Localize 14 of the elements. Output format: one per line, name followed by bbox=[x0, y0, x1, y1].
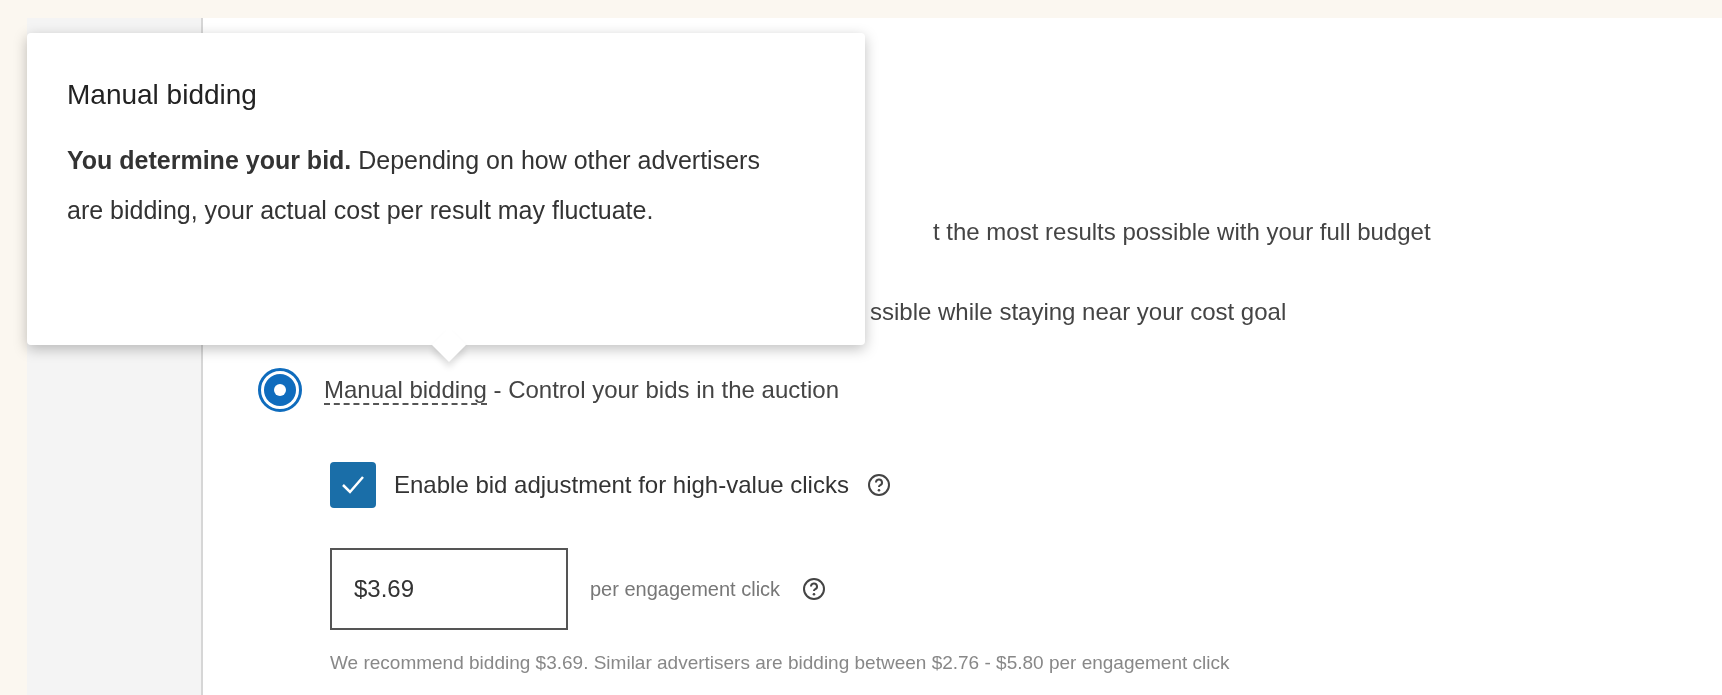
checkbox-label: Enable bid adjustment for high-value clicks bbox=[394, 470, 849, 500]
bid-input[interactable]: $3.69 bbox=[330, 548, 568, 630]
tooltip-title: Manual bidding bbox=[67, 78, 257, 112]
tooltip-text: You determine your bid. Depending on how other advertisers are bidding, your actual cost per result may fluctuate. bbox=[67, 145, 761, 226]
recommendation-text: We recommend bidding $3.69. Similar advertisers are bidding between $2.76 - $5.80 per engagement click bbox=[330, 651, 1230, 675]
option-label: t the most results possible with your full budget bbox=[933, 217, 1431, 247]
option-label: ssible while staying near your cost goal bbox=[870, 297, 1287, 327]
unit-label: per engagement click bbox=[590, 577, 781, 602]
checkbox[interactable] bbox=[330, 462, 376, 508]
option-label: Manual bidding - Control your bids in the auction bbox=[324, 375, 839, 407]
manual-bidding-link[interactable]: Manual bidding bbox=[324, 376, 487, 405]
radio-button[interactable] bbox=[258, 368, 302, 412]
help-icon[interactable] bbox=[802, 577, 827, 601]
help-icon[interactable] bbox=[866, 473, 891, 497]
